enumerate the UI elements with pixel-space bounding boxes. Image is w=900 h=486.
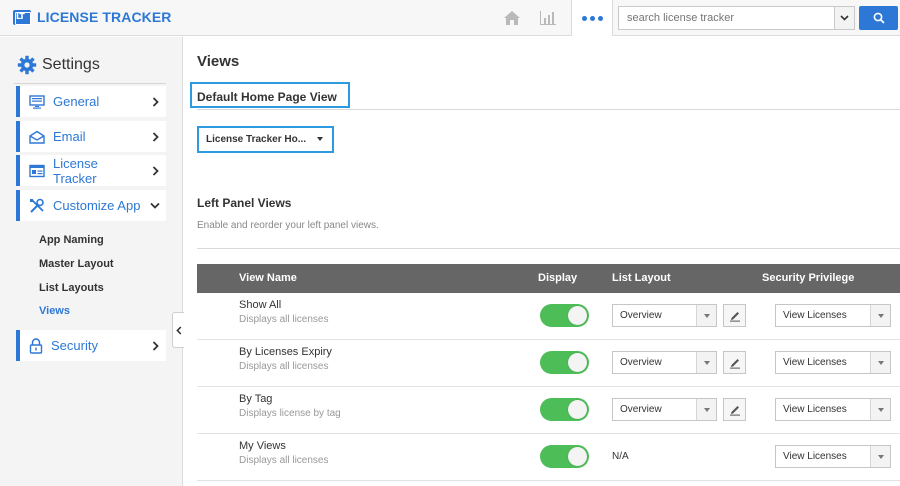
- view-description: Displays all licenses: [239, 455, 329, 466]
- display-toggle[interactable]: [540, 304, 589, 327]
- app-title: LICENSE TRACKER: [37, 9, 172, 25]
- main-content: Views Default Home Page View License Tra…: [184, 37, 900, 486]
- left-panel-heading: Left Panel Views: [197, 196, 292, 210]
- sidebar-item-email[interactable]: Email: [16, 121, 166, 152]
- edit-layout-button[interactable]: [723, 351, 746, 374]
- subnav-list-layouts[interactable]: List Layouts: [39, 282, 104, 294]
- view-name: By Tag: [239, 393, 273, 405]
- page-title: Views: [197, 53, 240, 70]
- display-toggle[interactable]: [540, 351, 589, 374]
- subnav-app-naming[interactable]: App Naming: [39, 234, 104, 246]
- caret-down-icon: [870, 446, 890, 467]
- table-row[interactable]: My Views Displays all licenses N/A View …: [197, 434, 900, 481]
- caret-down-icon: [870, 399, 890, 420]
- gear-icon: [17, 55, 37, 75]
- subnav-views[interactable]: Views: [39, 305, 70, 317]
- monitor-icon: [29, 94, 45, 109]
- security-privilege-select[interactable]: View Licenses: [775, 445, 891, 468]
- display-toggle[interactable]: [540, 398, 589, 421]
- lock-icon: [29, 337, 43, 354]
- edit-layout-button[interactable]: [723, 398, 746, 421]
- app-logo[interactable]: LT LICENSE TRACKER: [13, 9, 172, 25]
- sidebar-item-general[interactable]: General: [16, 86, 166, 117]
- caret-down-icon: [696, 305, 716, 326]
- logo-mark-icon: LT: [13, 9, 31, 25]
- caret-down-icon: [870, 352, 890, 373]
- settings-sidebar: Settings General Email License Tracker C…: [0, 37, 183, 486]
- column-list-layout: List Layout: [612, 272, 671, 284]
- search-dropdown-toggle[interactable]: [834, 6, 855, 30]
- column-view-name: View Name: [239, 272, 297, 284]
- bar-chart-icon[interactable]: [530, 0, 566, 36]
- sidebar-item-customize-app[interactable]: Customize App: [16, 190, 166, 221]
- pencil-icon: [729, 311, 740, 322]
- display-toggle[interactable]: [540, 445, 589, 468]
- left-panel-description: Enable and reorder your left panel views…: [197, 220, 379, 231]
- chevron-right-icon: [144, 165, 166, 176]
- view-description: Displays all licenses: [239, 361, 329, 372]
- view-description: Displays all licenses: [239, 314, 329, 325]
- caret-down-icon: [870, 305, 890, 326]
- caret-down-icon: [696, 399, 716, 420]
- default-home-heading: Default Home Page View: [197, 90, 337, 104]
- security-privilege-select[interactable]: View Licenses: [775, 398, 891, 421]
- divider: [197, 109, 900, 110]
- settings-heading: Settings: [17, 55, 100, 75]
- chevron-right-icon: [144, 340, 166, 351]
- security-privilege-select[interactable]: View Licenses: [775, 304, 891, 327]
- pencil-icon: [729, 358, 740, 369]
- more-options-icon[interactable]: [571, 0, 613, 36]
- default-home-view-select[interactable]: License Tracker Ho...: [199, 128, 331, 151]
- sidebar-item-license-tracker[interactable]: License Tracker: [16, 155, 166, 186]
- table-header: View Name Display List Layout Security P…: [197, 264, 900, 293]
- license-card-icon: [29, 164, 45, 177]
- search-input[interactable]: [618, 6, 835, 30]
- edit-layout-button[interactable]: [723, 304, 746, 327]
- list-layout-select[interactable]: Overview: [612, 398, 717, 421]
- chevron-left-icon: [175, 325, 181, 335]
- home-icon[interactable]: [494, 0, 530, 36]
- chevron-down-icon: [840, 15, 849, 21]
- tools-icon: [30, 198, 44, 213]
- subnav-master-layout[interactable]: Master Layout: [39, 258, 114, 270]
- list-layout-select[interactable]: Overview: [612, 304, 717, 327]
- table-row[interactable]: By Tag Displays license by tag Overview …: [197, 387, 900, 434]
- list-layout-select[interactable]: Overview: [612, 351, 717, 374]
- security-privilege-select[interactable]: View Licenses: [775, 351, 891, 374]
- view-description: Displays license by tag: [239, 408, 341, 419]
- chevron-right-icon: [144, 96, 166, 107]
- table-row[interactable]: Show All Displays all licenses Overview …: [197, 293, 900, 340]
- caret-down-icon: [317, 137, 323, 141]
- caret-down-icon: [696, 352, 716, 373]
- chevron-right-icon: [144, 131, 166, 142]
- view-name: My Views: [239, 440, 286, 452]
- sidebar-item-security[interactable]: Security: [16, 330, 166, 361]
- view-name: Show All: [239, 299, 282, 311]
- collapse-sidebar-button[interactable]: [172, 312, 184, 348]
- table-row[interactable]: By Licenses Expiry Displays all licenses…: [197, 340, 900, 387]
- search-button[interactable]: [859, 6, 898, 30]
- column-security-privilege: Security Privilege: [762, 272, 855, 284]
- divider: [197, 248, 900, 249]
- chevron-down-icon: [144, 202, 166, 209]
- column-display: Display: [538, 272, 578, 284]
- search-icon: [873, 12, 885, 24]
- list-layout-na: N/A: [612, 451, 629, 462]
- view-name: By Licenses Expiry: [239, 346, 332, 358]
- divider: [14, 83, 166, 84]
- pencil-icon: [729, 405, 740, 416]
- envelope-icon: [29, 130, 45, 144]
- top-bar: LT LICENSE TRACKER: [0, 0, 900, 36]
